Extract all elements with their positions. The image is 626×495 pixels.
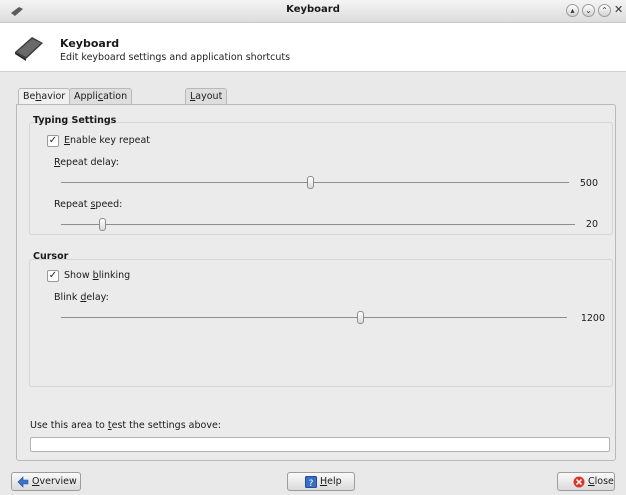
label-part: peed: [95,199,123,210]
module-header: Keyboard Edit keyboard settings and appl… [0,23,626,72]
test-area-label: Use this area to test the settings above… [30,420,221,431]
svg-text:?: ? [309,479,314,488]
maximize-icon[interactable]: ⌃ [598,4,611,17]
repeat-delay-value: 500 [579,178,598,189]
test-input[interactable] [30,437,610,452]
repeat-delay-label: Repeat delay: [54,157,119,168]
label-part: nable key repeat [70,135,151,146]
label-part: lose [594,476,614,487]
tab-behavior[interactable]: Behavior [18,88,71,105]
label-part: verview [39,476,77,487]
blink-delay-label: Blink delay: [54,292,109,303]
repeat-speed-value: 20 [585,219,598,230]
repeat-delay-slider-track[interactable] [61,182,569,183]
typing-settings-title: Typing Settings [33,115,117,126]
keyboard-icon [15,37,43,61]
tab-layout[interactable]: Layout [185,88,228,104]
blink-delay-slider-handle[interactable] [356,311,364,324]
label-part: linking [98,270,131,281]
label-part: Show [64,270,93,281]
repeat-speed-label: Repeat speed: [54,199,122,210]
tab-application-shortcuts[interactable]: Application Shortcuts [69,88,133,117]
label-part: elp [327,476,342,487]
window-titlebar[interactable]: Keyboard ▴ ⌄ ⌃ ✕ [0,0,626,23]
show-blinking-label[interactable]: Show blinking [64,270,130,281]
overview-button[interactable]: Overview [11,472,81,491]
accelerator: C [588,476,595,487]
back-arrow-icon [17,476,29,488]
repeat-speed-slider-handle[interactable] [99,218,107,231]
tab-label-part: Be [23,91,36,102]
module-subtitle: Edit keyboard settings and application s… [60,52,291,63]
help-icon: ? [305,476,317,488]
cursor-title: Cursor [33,251,69,262]
window-title: Keyboard [286,4,340,15]
keep-above-icon[interactable]: ▴ [566,4,579,17]
enable-key-repeat-checkbox[interactable]: ✓ [47,135,59,147]
close-icon [573,476,585,488]
close-window-icon[interactable]: ✕ [614,3,623,16]
label-part: Blink [54,292,81,303]
module-title: Keyboard [60,37,120,50]
close-button[interactable]: Close [557,472,615,491]
blink-delay-slider-track[interactable] [61,317,567,318]
tab-label-part: Appli [74,91,98,102]
label-part: Use this area to [30,420,108,431]
label-part: est the settings above: [111,420,222,431]
help-button[interactable]: ? Help [287,472,355,491]
blink-delay-value: 1200 [580,313,605,324]
repeat-delay-slider-handle[interactable] [306,176,314,189]
tab-label-part: avior [41,91,66,102]
label-part: elay: [86,292,109,303]
repeat-speed-slider-track[interactable] [61,224,575,225]
enable-key-repeat-label[interactable]: Enable key repeat [64,135,150,146]
tab-label-part: ayout [195,91,223,102]
show-blinking-checkbox[interactable]: ✓ [47,270,59,282]
minimize-icon[interactable]: ⌄ [582,4,595,17]
label-part: epeat delay: [60,157,119,168]
label-part: Repeat [54,199,91,210]
